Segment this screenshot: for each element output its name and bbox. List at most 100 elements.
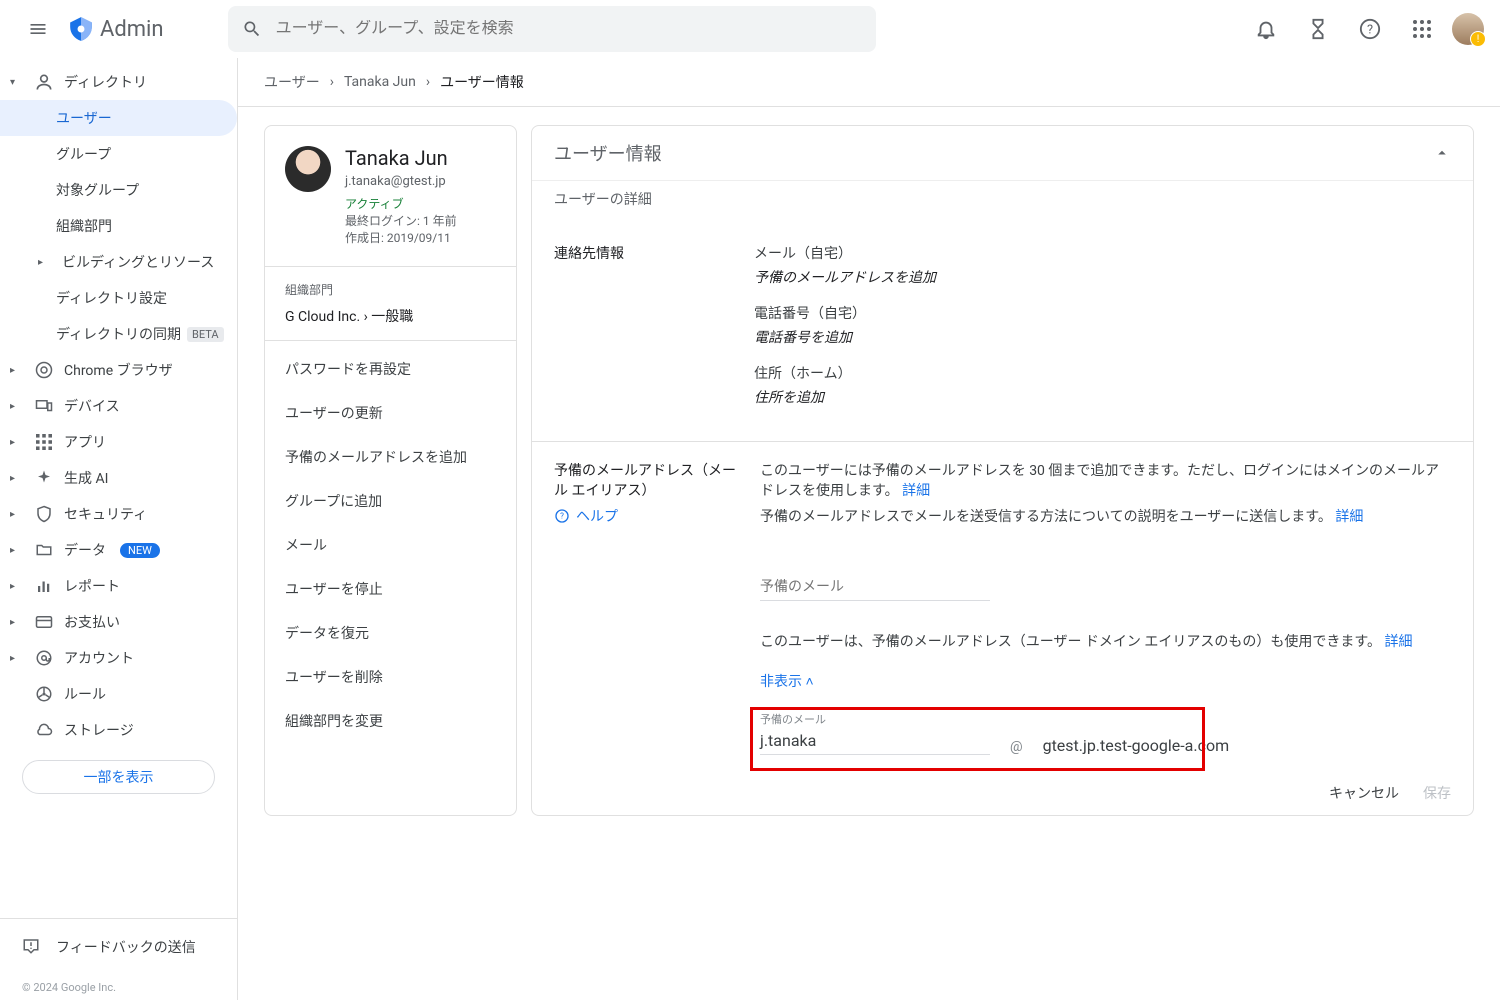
send-feedback[interactable]: フィードバックの送信 — [0, 918, 237, 975]
chevron-right-icon: ▸ — [10, 653, 24, 664]
action-update-user[interactable]: ユーザーの更新 — [265, 391, 516, 435]
alias-domain-value: gtest.jp.test-google-a.com — [1043, 736, 1230, 755]
tasks-button[interactable] — [1296, 7, 1340, 51]
user-display-name: Tanaka Jun — [345, 146, 457, 170]
svg-text:?: ? — [560, 512, 564, 521]
account-avatar[interactable] — [1452, 13, 1484, 45]
alias-help-link[interactable]: ? ヘルプ — [554, 506, 744, 526]
nav-devices[interactable]: ▸デバイス — [0, 388, 237, 424]
nav-data[interactable]: ▸データNEW — [0, 532, 237, 568]
global-search[interactable] — [228, 6, 876, 52]
show-less-button[interactable]: 一部を表示 — [22, 760, 215, 794]
section-user-details[interactable]: ユーザーの詳細 — [532, 180, 1473, 225]
nav-chrome[interactable]: ▸Chrome ブラウザ — [0, 352, 237, 388]
nav-target-groups[interactable]: 対象グループ — [0, 172, 237, 208]
org-unit-path[interactable]: G Cloud Inc. › 一般職 — [285, 306, 496, 326]
chevron-down-icon: ▾ — [10, 77, 24, 88]
nav-gen-ai[interactable]: ▸生成 AI — [0, 460, 237, 496]
alias-email-input[interactable] — [760, 572, 990, 601]
admin-logo-icon — [68, 16, 94, 42]
breadcrumb-current: ユーザー情報 — [440, 72, 524, 92]
bar-chart-icon — [32, 577, 56, 595]
help-icon: ? — [554, 508, 570, 524]
chevron-right-icon: ▸ — [10, 509, 24, 520]
field-label-phone-home: 電話番号（自宅） — [754, 303, 1451, 323]
action-add-alias[interactable]: 予備のメールアドレスを追加 — [265, 435, 516, 479]
at-symbol: @ — [1010, 739, 1023, 755]
main-menu-button[interactable] — [16, 7, 60, 51]
credit-card-icon — [32, 613, 56, 631]
action-change-org[interactable]: 組織部門を変更 — [265, 699, 516, 743]
save-button[interactable]: 保存 — [1423, 783, 1451, 803]
person-icon — [32, 72, 56, 92]
nav-billing[interactable]: ▸お支払い — [0, 604, 237, 640]
nav-dir-settings[interactable]: ディレクトリ設定 — [0, 280, 237, 316]
chrome-icon — [32, 361, 56, 379]
chevron-up-icon — [1433, 144, 1451, 162]
action-delete-user[interactable]: ユーザーを削除 — [265, 655, 516, 699]
nav-reports[interactable]: ▸レポート — [0, 568, 237, 604]
brand-logo[interactable]: Admin — [68, 16, 164, 42]
action-mail[interactable]: メール — [265, 523, 516, 567]
app-header: Admin ? — [0, 0, 1500, 58]
nav-buildings[interactable]: ▸ビルディングとリソース — [0, 244, 237, 280]
field-label-address-home: 住所（ホーム） — [754, 363, 1451, 383]
hourglass-icon — [1307, 18, 1329, 40]
action-suspend-user[interactable]: ユーザーを停止 — [265, 567, 516, 611]
chevron-right-icon: ▸ — [10, 437, 24, 448]
nav-org-units[interactable]: 組織部門 — [0, 208, 237, 244]
nav-dir-sync[interactable]: ディレクトリの同期BETA — [0, 316, 237, 352]
nav-rules[interactable]: ▸ルール — [0, 676, 237, 712]
user-status: アクティブ — [345, 195, 457, 212]
action-add-to-group[interactable]: グループに追加 — [265, 479, 516, 523]
nav-storage[interactable]: ▸ストレージ — [0, 712, 237, 748]
add-secondary-email-link[interactable]: 予備のメールアドレスを追加 — [754, 267, 1451, 287]
alias-desc-1: このユーザーには予備のメールアドレスを 30 個まで追加できます。ただし、ログイ… — [760, 460, 1451, 500]
cloud-icon — [32, 721, 56, 739]
nav-directory[interactable]: ▾ ディレクトリ — [0, 64, 237, 100]
user-avatar — [285, 146, 331, 192]
left-nav: ▾ ディレクトリ ユーザー グループ 対象グループ 組織部門 ▸ビルディングとリ… — [0, 58, 238, 1000]
user-primary-email: j.tanaka@gtest.jp — [345, 174, 457, 189]
svg-text:?: ? — [1367, 23, 1373, 38]
contact-info-heading: 連絡先情報 — [554, 243, 744, 423]
nav-users[interactable]: ユーザー — [0, 100, 237, 136]
alias-details-link-1[interactable]: 詳細 — [902, 483, 930, 499]
alias-details-link-3[interactable]: 詳細 — [1384, 634, 1412, 650]
action-restore-data[interactable]: データを復元 — [265, 611, 516, 655]
sparkle-icon — [32, 469, 56, 487]
chevron-right-icon: ▸ — [10, 545, 24, 556]
help-icon: ? — [1359, 18, 1381, 40]
add-phone-link[interactable]: 電話番号を追加 — [754, 327, 1451, 347]
copyright: © 2024 Google Inc. — [0, 975, 237, 1000]
search-icon — [242, 19, 262, 39]
shield-icon — [32, 505, 56, 523]
devices-icon — [32, 397, 56, 415]
email-alias-panel: 予備のメールアドレス（メール エイリアス） ? ヘルプ このユーザーには予備のメ… — [532, 441, 1473, 815]
chevron-up-icon: ˄ — [805, 674, 813, 690]
nav-account[interactable]: ▸アカウント — [0, 640, 237, 676]
hide-aliases-toggle[interactable]: 非表示 ˄ — [760, 671, 1451, 691]
alias-desc-2: 予備のメールアドレスでメールを送受信する方法についての説明をユーザーに送信します… — [760, 506, 1451, 526]
nav-groups[interactable]: グループ — [0, 136, 237, 172]
help-button[interactable]: ? — [1348, 7, 1392, 51]
nav-security[interactable]: ▸セキュリティ — [0, 496, 237, 532]
nav-apps[interactable]: ▸アプリ — [0, 424, 237, 460]
action-reset-password[interactable]: パスワードを再設定 — [265, 347, 516, 391]
folder-icon — [32, 541, 56, 559]
user-created-date: 作成日: 2019/09/11 — [345, 229, 457, 246]
alias-username-value[interactable]: j.tanaka — [760, 727, 990, 755]
main-content: ユーザー› Tanaka Jun› ユーザー情報 Tanaka Jun j.ta… — [238, 58, 1500, 1000]
add-address-link[interactable]: 住所を追加 — [754, 387, 1451, 407]
app-launcher-button[interactable] — [1400, 7, 1444, 51]
section-header-user-info[interactable]: ユーザー情報 — [532, 126, 1473, 180]
chevron-right-icon: ▸ — [10, 401, 24, 412]
search-input[interactable] — [276, 20, 862, 38]
breadcrumb-users[interactable]: ユーザー — [264, 72, 320, 92]
apps-icon — [32, 434, 56, 450]
breadcrumb-user-name[interactable]: Tanaka Jun — [344, 74, 416, 90]
breadcrumb: ユーザー› Tanaka Jun› ユーザー情報 — [238, 58, 1500, 107]
alias-details-link-2[interactable]: 詳細 — [1335, 509, 1363, 525]
cancel-button[interactable]: キャンセル — [1329, 783, 1399, 803]
notifications-button[interactable] — [1244, 7, 1288, 51]
